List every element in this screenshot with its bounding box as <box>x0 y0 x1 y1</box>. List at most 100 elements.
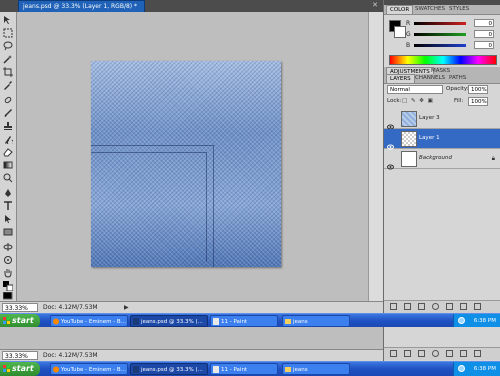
magic-wand-tool-icon[interactable] <box>3 54 13 64</box>
taskbar-button-active[interactable]: jeans.psd @ 33.3% (... <box>130 315 208 327</box>
shape-tool-icon[interactable] <box>3 227 13 237</box>
new-group-icon[interactable] <box>446 303 453 310</box>
jeans-image-canvas[interactable] <box>91 61 281 267</box>
firefox-icon <box>53 366 59 373</box>
start-button[interactable]: start <box>0 314 40 328</box>
new-group-icon[interactable] <box>446 350 453 357</box>
link-layers-icon[interactable] <box>390 303 397 310</box>
gradient-tool-icon[interactable] <box>3 160 13 170</box>
taskbar-button-active[interactable]: jeans.psd @ 33.3% (... <box>130 363 208 375</box>
hand-tool-icon[interactable] <box>3 268 13 278</box>
layers-panel: Normal Opacity: 100% Lock: □ ✎ ✥ ▣ Fill:… <box>384 84 500 313</box>
paint-icon <box>213 318 219 325</box>
taskbar-button[interactable]: YouTube - Eminem - B... <box>50 363 128 375</box>
marquee-tool-icon[interactable] <box>3 28 13 38</box>
layer-mask-icon[interactable] <box>418 303 425 310</box>
taskbar-button[interactable]: YouTube - Eminem - B... <box>50 315 128 327</box>
3d-rotate-tool-icon[interactable] <box>3 242 13 252</box>
healing-brush-tool-icon[interactable] <box>3 95 13 105</box>
dodge-tool-icon[interactable] <box>3 173 13 183</box>
canvas-area[interactable] <box>17 12 368 301</box>
taskbar-button[interactable]: jeans <box>282 315 350 327</box>
layer-row-selected[interactable]: Layer 1 <box>384 129 500 150</box>
tab-color[interactable]: COLOR <box>386 5 414 14</box>
zoom-field[interactable]: 33.33% <box>2 351 38 360</box>
blend-mode-select[interactable]: Normal <box>387 85 443 94</box>
new-layer-icon[interactable] <box>460 350 467 357</box>
tab-styles[interactable]: STYLES <box>446 5 472 14</box>
network-icon[interactable] <box>458 317 465 324</box>
layer-row[interactable]: Layer 3 <box>384 109 500 130</box>
vertical-scrollbar[interactable] <box>368 12 383 301</box>
layer-mask-icon[interactable] <box>418 350 425 357</box>
default-colors-icon[interactable] <box>3 281 13 291</box>
eraser-tool-icon[interactable] <box>3 147 13 157</box>
tab-layers[interactable]: LAYERS <box>386 74 415 83</box>
eye-icon[interactable] <box>387 155 394 170</box>
layer-row[interactable]: Background 🔒︎ <box>384 149 500 170</box>
tools-panel <box>0 12 17 301</box>
adjustment-layer-icon[interactable] <box>432 350 439 357</box>
blue-slider[interactable]: B 0 <box>406 41 496 50</box>
delete-layer-icon[interactable] <box>474 303 481 310</box>
layer-thumbnail <box>401 111 417 127</box>
tab-swatches[interactable]: SWATCHES <box>412 5 448 14</box>
type-tool-icon[interactable] <box>3 201 13 211</box>
adjustment-layer-icon[interactable] <box>432 303 439 310</box>
eye-icon[interactable] <box>387 115 394 130</box>
red-value-field[interactable]: 0 <box>474 19 494 27</box>
taskbar-button[interactable]: jeans <box>282 363 350 375</box>
color-spectrum-bar[interactable] <box>389 55 497 65</box>
blue-slider-track[interactable] <box>414 44 466 47</box>
taskbar-button[interactable]: 11 - Paint <box>210 363 278 375</box>
clock[interactable]: 6:38 PM <box>474 362 496 376</box>
history-brush-tool-icon[interactable] <box>3 134 13 144</box>
pen-tool-icon[interactable] <box>3 188 13 198</box>
blue-value-field[interactable]: 0 <box>474 41 494 49</box>
layer-style-icon[interactable] <box>404 350 411 357</box>
crop-tool-icon[interactable] <box>3 67 13 77</box>
red-slider[interactable]: R 0 <box>406 19 496 28</box>
background-color-swatch[interactable] <box>394 26 406 38</box>
zoom-field[interactable]: 33.33% <box>2 303 38 312</box>
eye-icon[interactable] <box>387 135 394 150</box>
link-layers-icon[interactable] <box>390 350 397 357</box>
delete-layer-icon[interactable] <box>474 350 481 357</box>
tab-channels[interactable]: CHANNELS <box>412 74 448 83</box>
new-layer-icon[interactable] <box>460 303 467 310</box>
doc-size-info: Doc: 4.12M/7.53M <box>43 352 98 359</box>
taskbar-button-label: YouTube - Eminem - B... <box>61 319 126 325</box>
taskbar-button-label: jeans <box>293 367 308 373</box>
eyedropper-tool-icon[interactable] <box>3 80 13 90</box>
clone-stamp-tool-icon[interactable] <box>3 121 13 131</box>
panels-dock: COLOR SWATCHES STYLES R 0 G 0 B 0 ADJUST… <box>383 0 500 313</box>
clock[interactable]: 6:38 PM <box>474 314 496 328</box>
lasso-tool-icon[interactable] <box>3 41 13 51</box>
document-window: jeans.psd @ 33.3% (Layer 1, RGB/8) * ✕ 3… <box>0 0 383 314</box>
close-icon[interactable]: ✕ <box>371 1 379 9</box>
photoshop-icon <box>133 318 139 325</box>
tab-paths[interactable]: PATHS <box>446 74 469 83</box>
document-tab-title: jeans.psd @ 33.3% (Layer 1, RGB/8) * <box>23 3 138 10</box>
3d-orbit-tool-icon[interactable] <box>3 255 13 265</box>
taskbar-button[interactable]: 11 - Paint <box>210 315 278 327</box>
pocket-seam <box>206 152 207 262</box>
status-menu-arrow-icon[interactable]: ▶ <box>124 304 129 311</box>
start-button[interactable]: start <box>0 362 40 376</box>
blue-slider-label: B <box>406 42 411 49</box>
layer-thumbnail <box>401 131 417 147</box>
lock-options-icons[interactable]: □ ✎ ✥ ▣ <box>402 98 442 105</box>
red-slider-track[interactable] <box>414 22 466 25</box>
system-tray: 6:38 PM <box>453 362 500 376</box>
layer-thumbnail <box>401 151 417 167</box>
opacity-field[interactable]: 100% <box>468 85 488 94</box>
path-selection-tool-icon[interactable] <box>3 214 13 224</box>
fill-field[interactable]: 100% <box>468 97 488 106</box>
brush-tool-icon[interactable] <box>3 108 13 118</box>
move-tool-icon[interactable] <box>3 15 13 25</box>
network-icon[interactable] <box>458 365 465 372</box>
green-value-field[interactable]: 0 <box>474 30 494 38</box>
green-slider[interactable]: G 0 <box>406 30 496 39</box>
green-slider-track[interactable] <box>414 33 466 36</box>
layer-style-icon[interactable] <box>404 303 411 310</box>
